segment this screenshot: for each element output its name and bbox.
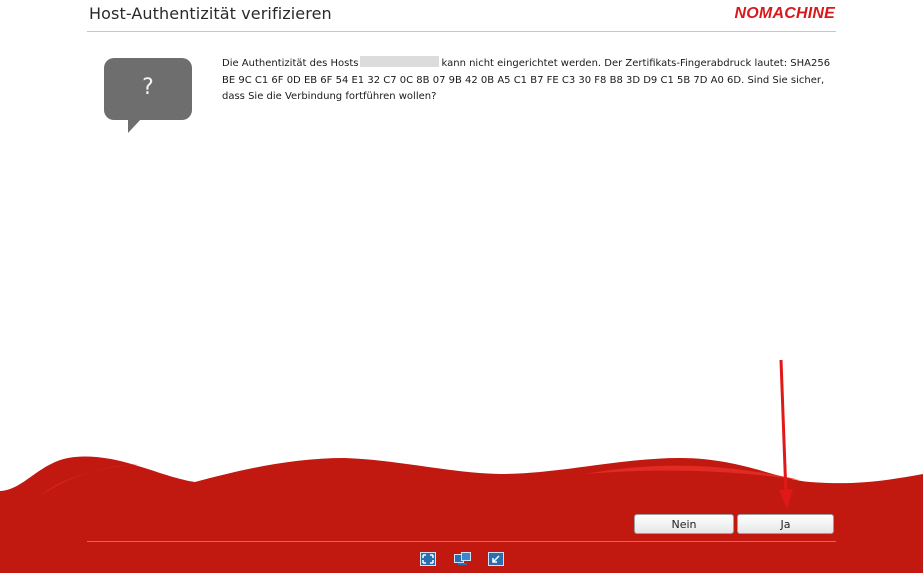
redacted-hostname: [360, 56, 440, 67]
message-text-start: Die Authentizität des Hosts: [222, 58, 359, 69]
yes-button[interactable]: Ja: [737, 514, 834, 534]
nomachine-logo: NOMACHINE: [734, 5, 835, 22]
header-divider: [87, 31, 836, 32]
no-button[interactable]: Nein: [634, 514, 734, 534]
bubble-tail: [128, 118, 142, 133]
fullscreen-icon[interactable]: [420, 551, 436, 566]
footer-divider: [87, 541, 836, 542]
switch-display-icon[interactable]: [454, 551, 471, 565]
window-title: Host-Authentizität verifizieren: [89, 4, 332, 23]
question-mark: ?: [142, 75, 154, 100]
minimize-icon[interactable]: [488, 551, 504, 566]
question-bubble-icon: ?: [104, 58, 192, 120]
dialog-message: Die Authentizität des Hosts kann nicht ei…: [222, 56, 834, 106]
